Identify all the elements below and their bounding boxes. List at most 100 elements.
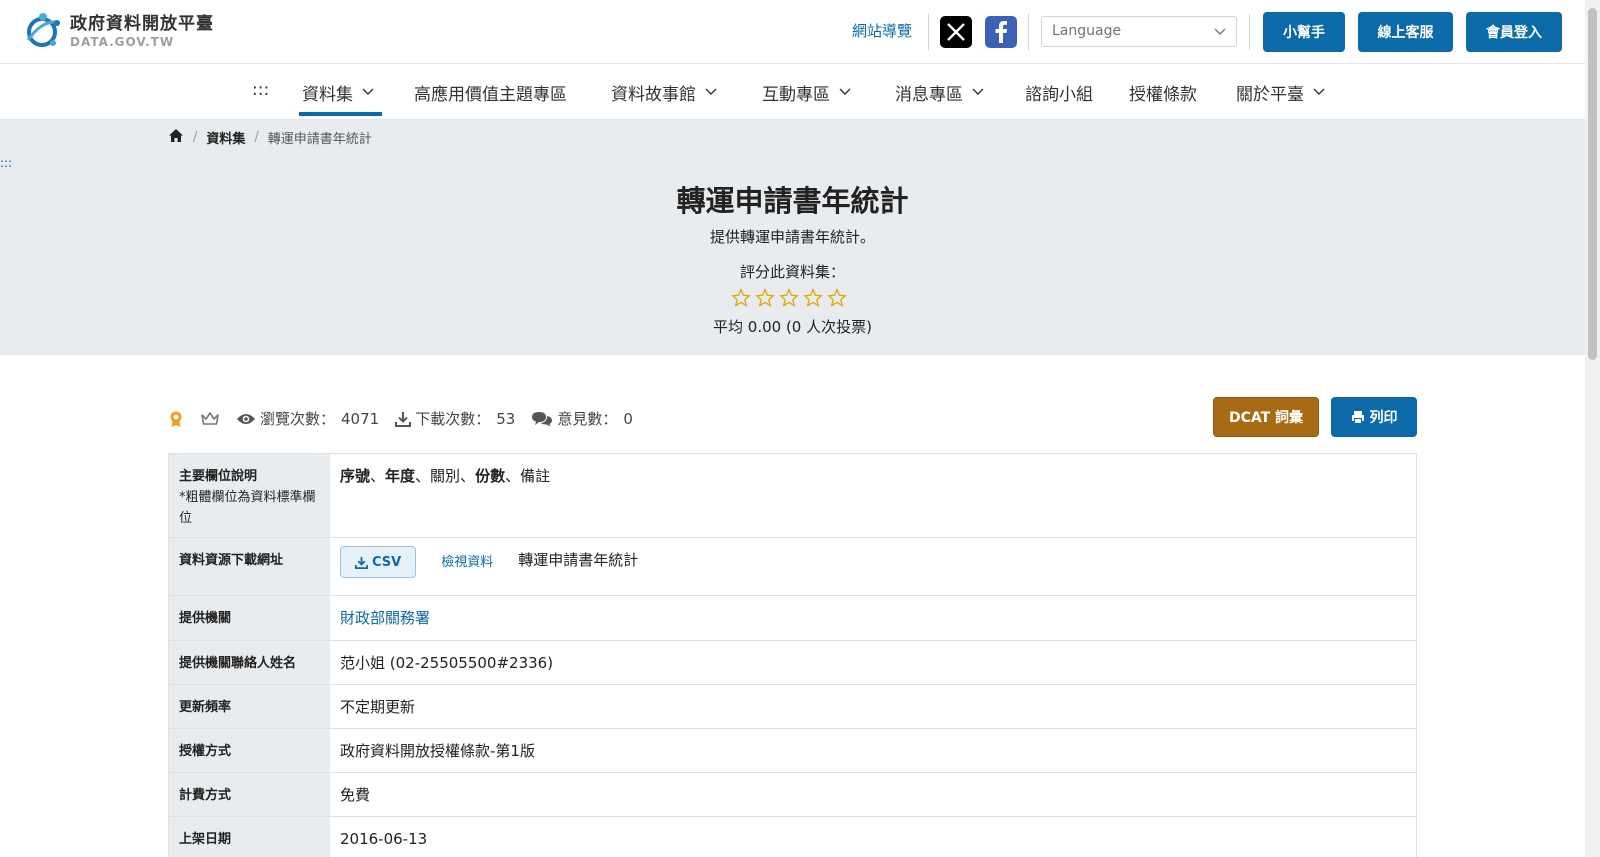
- views-count: 4071: [341, 409, 380, 428]
- home-icon[interactable]: [168, 128, 184, 147]
- info-row-contact: 提供機關聯絡人姓名 范小姐 (02-25505500#2336): [169, 641, 1416, 685]
- rate-label: 評分此資料集：: [739, 263, 845, 281]
- support-button[interactable]: 線上客服: [1358, 12, 1453, 52]
- printer-icon: [1351, 410, 1365, 424]
- scrollbar-thumb[interactable]: [1588, 8, 1597, 360]
- field-name: 、關別、: [415, 467, 476, 485]
- fields-value: 序號、年度 、關別、 份數 、備註: [330, 454, 1416, 537]
- resource-label: 資料資源下載網址: [169, 538, 330, 595]
- logo-subtitle: DATA.GOV.TW: [70, 35, 175, 49]
- page-title: 轉運申請書年統計: [676, 184, 909, 218]
- badge-icon[interactable]: [168, 410, 184, 428]
- nav-item-advisory[interactable]: 諮詢小組: [1025, 80, 1093, 105]
- eye-icon: [236, 412, 256, 426]
- nav-item-news[interactable]: 消息專區: [895, 80, 985, 105]
- dcat-button[interactable]: DCAT 詞彙: [1213, 397, 1319, 437]
- header-divider: [1249, 14, 1250, 50]
- frequency-label: 更新頻率: [169, 685, 330, 728]
- main-nav: ::: 資料集 高應用價值主題專區 資料故事館 互動專區 消息專區 諮詢小組 授…: [0, 64, 1585, 120]
- breadcrumb-separator: /: [254, 130, 259, 145]
- csv-download-button[interactable]: CSV: [340, 546, 417, 578]
- published-value: 2016-06-13: [340, 830, 428, 848]
- nav-item-label: 資料集: [302, 85, 353, 105]
- star-icon[interactable]: [779, 288, 803, 308]
- crown-icon[interactable]: [200, 411, 220, 427]
- provider-link[interactable]: 財政部關務署: [340, 608, 430, 629]
- breadcrumb: / 資料集 / 轉運申請書年統計: [168, 128, 372, 147]
- star-icon[interactable]: [803, 288, 827, 308]
- site-header: 政府資料開放平臺 DATA.GOV.TW 網站導覽 Language 小幫手 線…: [0, 0, 1585, 64]
- nav-item-datasets[interactable]: 資料集: [302, 80, 375, 105]
- nav-item-interactive[interactable]: 互動專區: [762, 80, 852, 105]
- language-select[interactable]: Language: [1041, 16, 1237, 47]
- chevron-down-icon: [361, 83, 375, 103]
- nav-skip-link[interactable]: :::: [252, 80, 269, 100]
- license-label: 授權方式: [169, 729, 330, 772]
- content-skip-link[interactable]: :::: [0, 156, 12, 170]
- contact-value: 范小姐 (02-25505500#2336): [340, 654, 554, 672]
- dataset-description: 提供轉運申請書年統計。: [709, 228, 875, 246]
- provider-label: 提供機關: [169, 596, 330, 640]
- header-divider: [928, 14, 929, 50]
- rating-average: 平均 0.00 (0 人次投票): [713, 318, 872, 336]
- csv-label: CSV: [372, 554, 402, 570]
- fee-value: 免費: [340, 786, 371, 804]
- print-button[interactable]: 列印: [1331, 397, 1417, 437]
- nav-item-high-value[interactable]: 高應用價值主題專區: [414, 80, 567, 105]
- nav-item-about[interactable]: 關於平臺: [1236, 80, 1326, 105]
- site-map-link[interactable]: 網站導覽: [852, 20, 912, 41]
- logo-icon: [22, 10, 64, 52]
- downloads-label: 下載次數：: [415, 410, 491, 428]
- x-twitter-icon[interactable]: [940, 16, 972, 48]
- license-value: 政府資料開放授權條款-第1版: [340, 742, 535, 760]
- chevron-down-icon: [971, 83, 985, 103]
- logo-title: 政府資料開放平臺: [70, 14, 214, 34]
- nav-item-label: 諮詢小組: [1025, 85, 1093, 105]
- breadcrumb-datasets[interactable]: 資料集: [206, 128, 245, 147]
- fee-label: 計費方式: [169, 773, 330, 816]
- info-row-frequency: 更新頻率 不定期更新: [169, 685, 1416, 729]
- star-icon[interactable]: [827, 288, 851, 308]
- star-icon[interactable]: [731, 288, 755, 308]
- info-row-fields: 主要欄位說明 *粗體欄位為資料標準欄位 序號、年度 、關別、 份數 、備註: [169, 454, 1416, 538]
- breadcrumb-current: 轉運申請書年統計: [267, 132, 372, 147]
- resource-name: 轉運申請書年統計: [518, 551, 639, 569]
- fields-note: *粗體欄位為資料標準欄位: [179, 490, 316, 526]
- download-icon: [395, 411, 412, 427]
- header-divider: [1028, 14, 1029, 50]
- field-name: 份數: [475, 467, 506, 485]
- info-row-license: 授權方式 政府資料開放授權條款-第1版: [169, 729, 1416, 773]
- field-name: 序號: [340, 467, 371, 485]
- contact-label: 提供機關聯絡人姓名: [169, 641, 330, 684]
- nav-item-label: 高應用價值主題專區: [414, 85, 567, 105]
- field-name: 、備註: [505, 467, 551, 485]
- info-row-resource: 資料資源下載網址 CSV 檢視資料 轉運申請書年統計: [169, 538, 1416, 596]
- field-separator: 、: [370, 467, 386, 485]
- nav-item-stories[interactable]: 資料故事館: [611, 80, 718, 105]
- chevron-down-icon: [1312, 83, 1326, 103]
- frequency-value: 不定期更新: [340, 698, 416, 716]
- comments-count: 0: [623, 409, 633, 428]
- info-row-fee: 計費方式 免費: [169, 773, 1416, 817]
- helper-button[interactable]: 小幫手: [1263, 12, 1345, 52]
- nav-item-label: 互動專區: [762, 85, 830, 105]
- nav-item-label: 授權條款: [1129, 85, 1197, 105]
- rating-stars: [731, 288, 851, 308]
- chevron-down-icon: [704, 83, 718, 103]
- breadcrumb-separator: /: [193, 130, 198, 145]
- star-icon[interactable]: [755, 288, 779, 308]
- nav-item-license[interactable]: 授權條款: [1129, 80, 1197, 105]
- login-button[interactable]: 會員登入: [1466, 12, 1562, 52]
- facebook-icon[interactable]: [985, 16, 1017, 48]
- dataset-info-table: 主要欄位說明 *粗體欄位為資料標準欄位 序號、年度 、關別、 份數 、備註 資料資源下…: [168, 453, 1417, 857]
- fields-label: 主要欄位說明: [179, 469, 258, 484]
- chevron-down-icon: [1214, 25, 1226, 41]
- site-logo[interactable]: 政府資料開放平臺 DATA.GOV.TW: [22, 10, 214, 52]
- field-name: 年度: [385, 467, 416, 485]
- dataset-hero: / 資料集 / 轉運申請書年統計 ::: 轉運申請書年統計 提供轉運申請書年統計…: [0, 120, 1585, 355]
- published-label: 上架日期: [169, 817, 330, 857]
- chevron-down-icon: [838, 83, 852, 103]
- nav-active-indicator: [299, 112, 382, 116]
- view-data-link[interactable]: 檢視資料: [441, 552, 493, 573]
- comments-label: 意見數：: [557, 410, 618, 428]
